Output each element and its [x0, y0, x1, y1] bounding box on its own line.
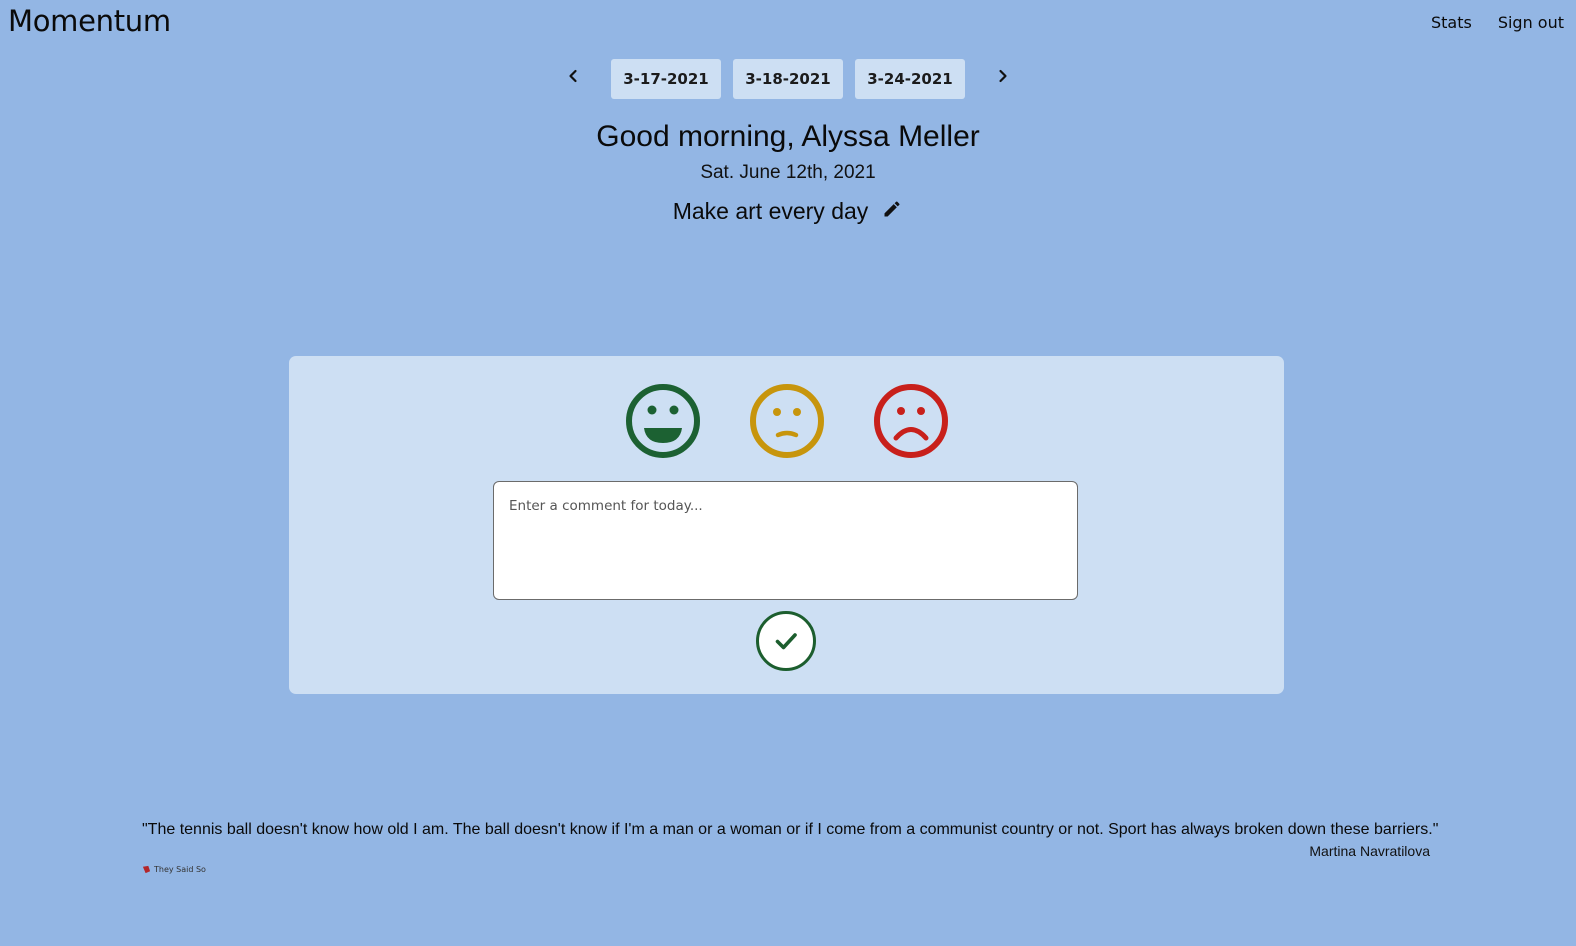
pencil-icon[interactable] [881, 198, 903, 220]
quote-block: "The tennis ball doesn't know how old I … [142, 821, 1439, 859]
mood-selector [289, 383, 1284, 459]
mood-card [289, 356, 1284, 694]
they-said-so-logo-icon [142, 865, 151, 874]
attribution-label: They Said So [154, 865, 206, 874]
goal-row: Make art every day [0, 198, 1576, 225]
quote-author: Martina Navratilova [1309, 843, 1430, 859]
chevron-left-icon[interactable] [563, 66, 583, 86]
sad-face-icon[interactable] [873, 383, 949, 459]
date-navigation: 3-17-2021 3-18-2021 3-24-2021 [0, 59, 1576, 99]
sign-out-link[interactable]: Sign out [1498, 13, 1564, 32]
chevron-right-icon[interactable] [993, 66, 1013, 86]
current-date: Sat. June 12th, 2021 [700, 162, 876, 183]
date-button-3[interactable]: 3-24-2021 [855, 59, 965, 99]
greeting-heading: Good morning, Alyssa Meller [596, 120, 980, 153]
comment-input[interactable] [493, 481, 1078, 600]
happy-face-icon[interactable] [625, 383, 701, 459]
quote-text: "The tennis ball doesn't know how old I … [142, 821, 1439, 838]
neutral-face-icon[interactable] [749, 383, 825, 459]
date-button-1[interactable]: 3-17-2021 [611, 59, 721, 99]
app-brand[interactable]: Momentum [8, 4, 171, 38]
stats-link[interactable]: Stats [1431, 13, 1472, 32]
they-said-so-attribution[interactable]: They Said So [142, 865, 206, 874]
date-button-2[interactable]: 3-18-2021 [733, 59, 843, 99]
submit-check-button[interactable] [755, 610, 817, 672]
goal-text: Make art every day [672, 198, 869, 224]
top-nav: Stats Sign out [1431, 13, 1564, 32]
